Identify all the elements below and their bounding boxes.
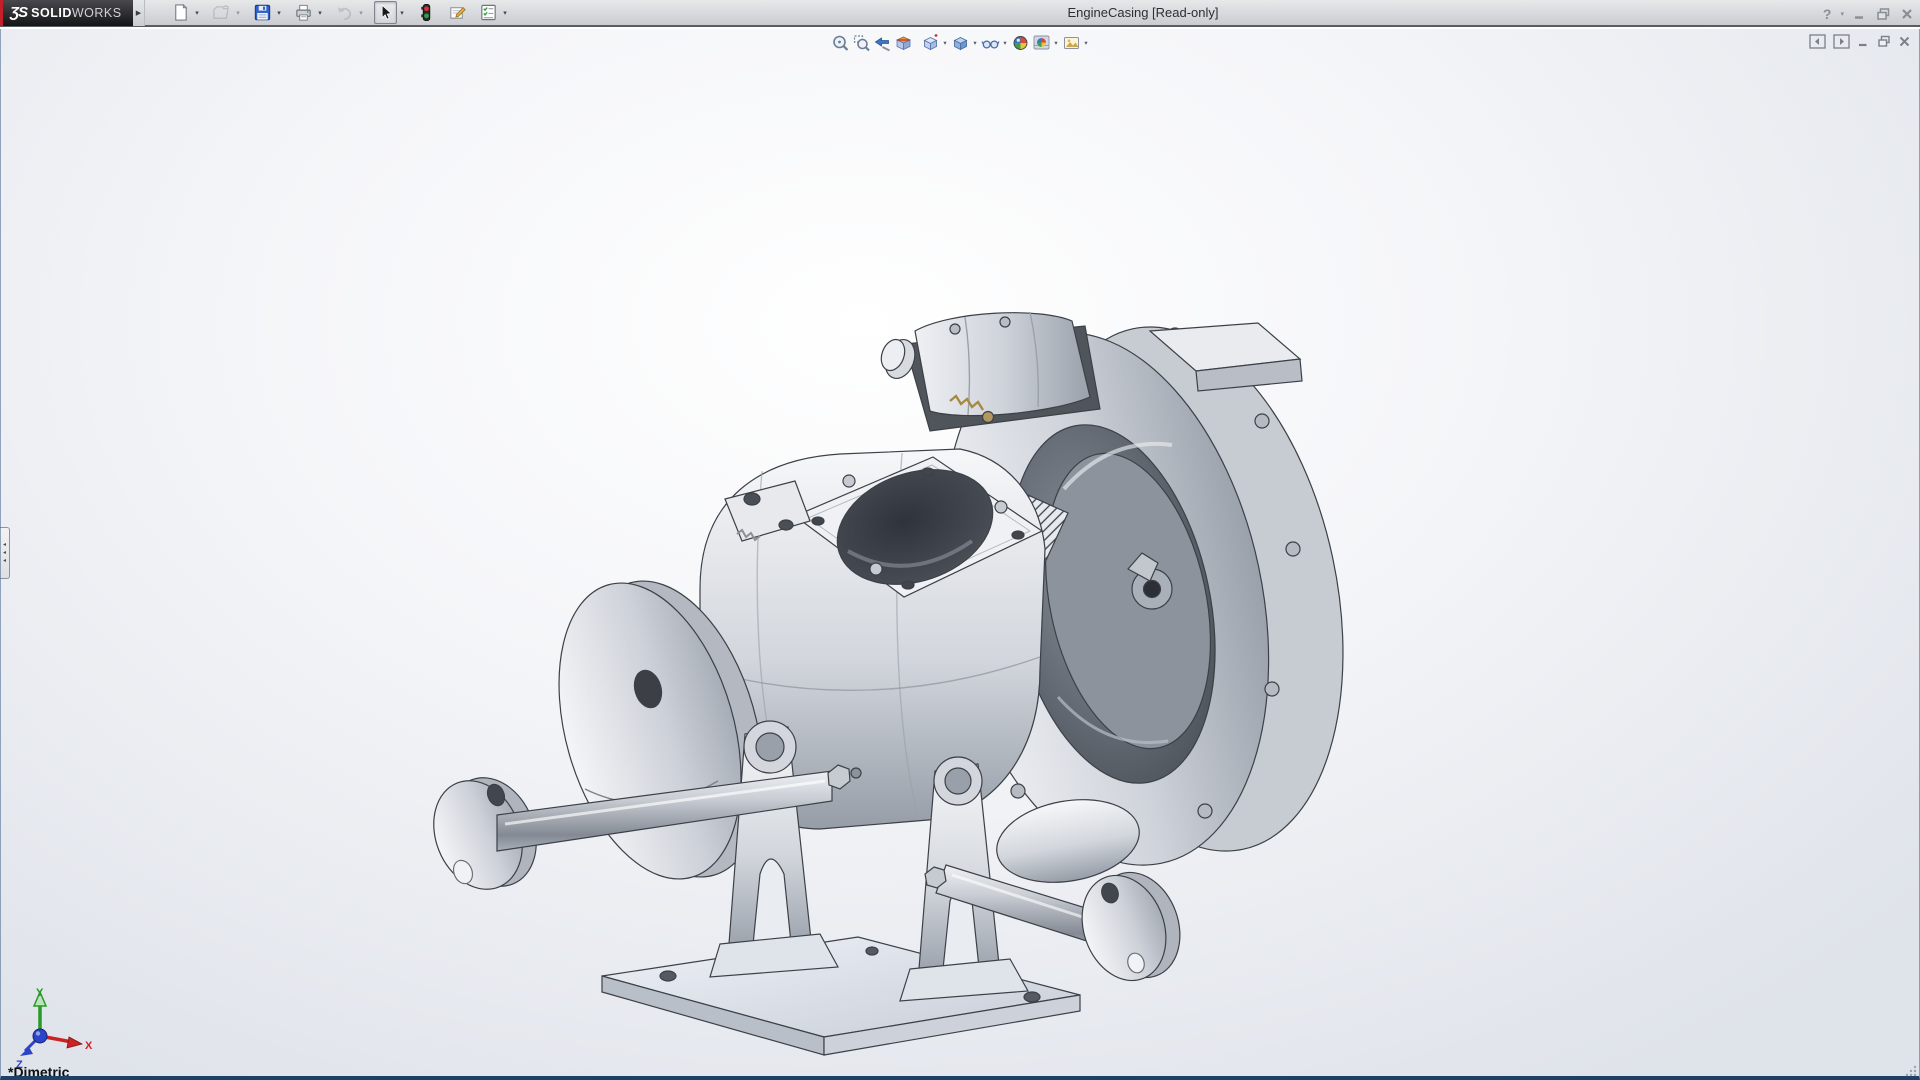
part-valve-cover[interactable]	[877, 312, 1100, 431]
undo-dropdown[interactable]: ▾	[356, 1, 366, 24]
apply-scene-icon	[1032, 34, 1050, 52]
undo-icon	[335, 3, 354, 22]
view-settings-icon	[1062, 34, 1080, 52]
open-button[interactable]	[210, 1, 233, 24]
view-orientation-label: *Dimetric	[8, 1064, 69, 1080]
pane-right-icon	[1833, 34, 1850, 49]
help-button[interactable]: ?	[1823, 6, 1832, 22]
help-dropdown[interactable]: ▾	[1840, 10, 1844, 18]
minimize-button[interactable]	[1853, 7, 1867, 21]
previous-view-icon	[873, 34, 891, 52]
triad-x-label: X	[85, 1040, 93, 1052]
zoom-to-area-button[interactable]	[851, 32, 872, 53]
options-button[interactable]	[477, 1, 500, 24]
view-orientation-button[interactable]	[920, 32, 941, 53]
restore-icon	[1876, 7, 1891, 21]
apply-scene-dropdown[interactable]: ▾	[1052, 32, 1061, 53]
close-button[interactable]	[1900, 7, 1914, 21]
open-dropdown[interactable]: ▾	[233, 1, 243, 24]
model-engine-casing[interactable]	[0, 29, 1920, 1080]
print-button[interactable]	[292, 1, 315, 24]
display-style-button[interactable]	[950, 32, 971, 53]
solidworks-window: { "theme": { "titlebar_from": "#e7e8ea",…	[0, 0, 1920, 1080]
collapse-arrow-icon: ◂	[3, 558, 6, 564]
restore-document-icon	[1877, 35, 1891, 48]
new-document-icon	[171, 3, 190, 22]
pane-left-icon	[1809, 34, 1826, 49]
show-display-pane-button[interactable]	[1833, 34, 1850, 49]
eyeglasses-icon	[981, 34, 999, 52]
featuremanager-collapsed-tab[interactable]: ◂ ◂ ◂	[0, 527, 10, 579]
collapse-arrow-icon: ◂	[3, 550, 6, 556]
part-baseplate[interactable]	[602, 937, 1080, 1055]
solidworks-logo: ƷS SOLIDWORKS	[0, 0, 133, 26]
graphics-area[interactable]: ▾ ▾ ▾	[0, 29, 1920, 1080]
minimize-document-button[interactable]	[1857, 35, 1870, 48]
traffic-light-icon	[417, 3, 436, 22]
title-bar: ƷS SOLIDWORKS ▶ ▾ ▾	[0, 0, 1920, 27]
main-toolbar: ▾ ▾ ▾	[169, 1, 517, 24]
zoom-to-fit-icon	[831, 34, 849, 52]
save-dropdown[interactable]: ▾	[274, 1, 284, 24]
new-document-button[interactable]	[169, 1, 192, 24]
edit-appearance-button[interactable]	[1010, 32, 1031, 53]
view-orientation-dropdown[interactable]: ▾	[941, 32, 950, 53]
brand-glyph: ƷS	[10, 4, 27, 21]
minimize-icon	[1853, 7, 1867, 21]
close-icon	[1900, 7, 1914, 21]
display-style-dropdown[interactable]: ▾	[971, 32, 980, 53]
menu-flyout-arrow[interactable]: ▶	[133, 0, 145, 26]
section-view-button[interactable]	[893, 32, 914, 53]
brand-bold: SOLID	[31, 6, 72, 20]
view-settings-dropdown[interactable]: ▾	[1082, 32, 1091, 53]
section-view-icon	[894, 34, 912, 52]
zoom-to-fit-button[interactable]	[830, 32, 851, 53]
undo-button[interactable]	[333, 1, 356, 24]
view-orientation-icon	[921, 34, 939, 52]
view-settings-button[interactable]	[1061, 32, 1082, 53]
document-window-controls	[1809, 34, 1911, 49]
print-icon	[294, 3, 313, 22]
select-button[interactable]	[374, 1, 397, 24]
part-reviewer-button[interactable]	[415, 1, 438, 24]
heads-up-view-toolbar: ▾ ▾ ▾	[830, 32, 1091, 53]
minimize-document-icon	[1857, 35, 1870, 48]
show-featuremanager-pane-button[interactable]	[1809, 34, 1826, 49]
reference-triad: Y X Z	[8, 984, 94, 1074]
comment-button[interactable]	[446, 1, 469, 24]
restore-document-button[interactable]	[1877, 35, 1891, 48]
close-document-button[interactable]	[1898, 35, 1911, 48]
close-document-icon	[1898, 35, 1911, 48]
save-icon	[253, 3, 272, 22]
brand-light: WORKS	[72, 6, 122, 20]
open-icon	[212, 3, 231, 22]
appearance-ball-icon	[1011, 34, 1029, 52]
select-cursor-icon	[376, 3, 395, 22]
hide-show-items-dropdown[interactable]: ▾	[1001, 32, 1010, 53]
apply-scene-button[interactable]	[1031, 32, 1052, 53]
triad-y-label: Y	[36, 987, 44, 999]
hide-show-items-button[interactable]	[980, 32, 1001, 53]
save-button[interactable]	[251, 1, 274, 24]
zoom-to-area-icon	[852, 34, 870, 52]
checklist-icon	[479, 3, 498, 22]
select-dropdown[interactable]: ▾	[397, 1, 407, 24]
options-dropdown[interactable]: ▾	[500, 1, 510, 24]
collapse-arrow-icon: ◂	[3, 542, 6, 548]
new-document-dropdown[interactable]: ▾	[192, 1, 202, 24]
print-dropdown[interactable]: ▾	[315, 1, 325, 24]
resize-grip[interactable]	[1902, 1062, 1918, 1078]
window-controls: ? ▾	[1823, 0, 1914, 27]
restore-button[interactable]	[1876, 7, 1891, 21]
display-style-icon	[951, 34, 969, 52]
comment-icon	[448, 3, 467, 22]
window-title: EngineCasing [Read-only]	[1067, 0, 1218, 25]
previous-view-button[interactable]	[872, 32, 893, 53]
